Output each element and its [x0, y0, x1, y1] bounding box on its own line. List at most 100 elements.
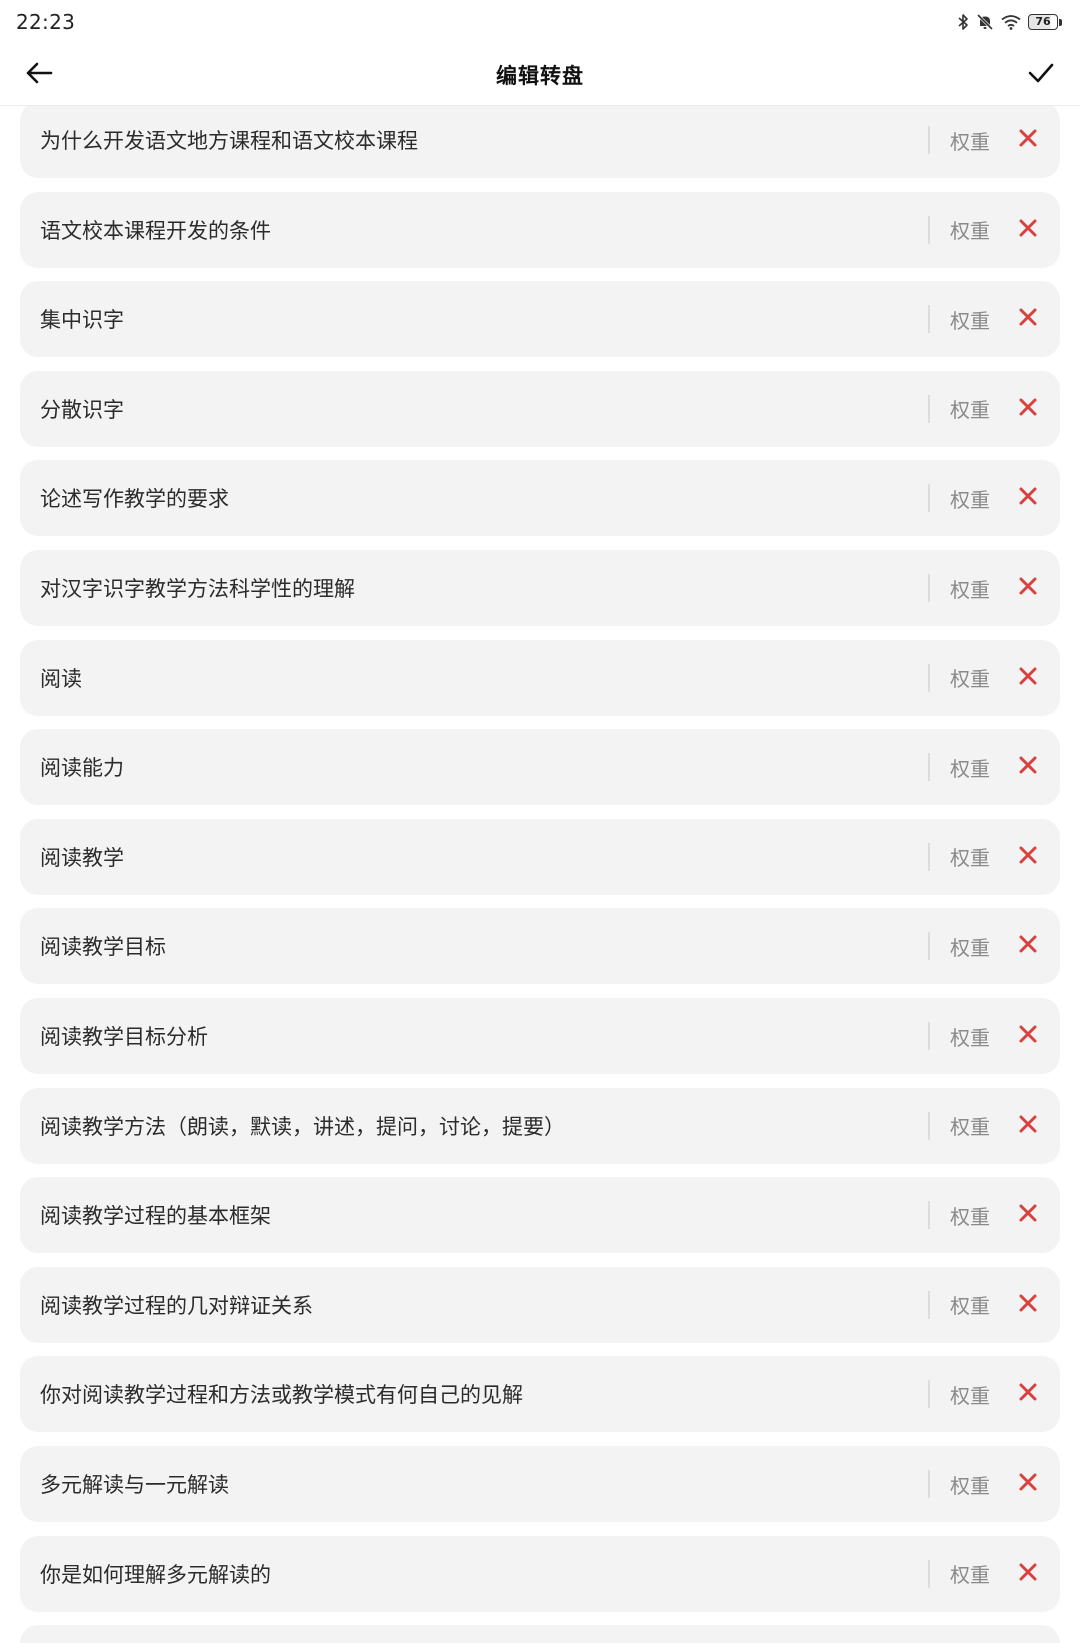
divider: [928, 753, 930, 782]
header: 编辑转盘: [0, 44, 1080, 106]
list-item[interactable]: 多元解读与一元解读 权重: [20, 1446, 1060, 1522]
delete-button[interactable]: [1010, 749, 1046, 785]
weight-button[interactable]: 权重: [950, 484, 990, 513]
item-label[interactable]: 阅读教学过程的基本框架: [20, 1200, 928, 1230]
divider: [928, 932, 930, 961]
delete-button[interactable]: [1010, 1108, 1046, 1144]
close-icon: [1018, 934, 1038, 958]
close-icon: [1018, 755, 1038, 779]
delete-button[interactable]: [1010, 212, 1046, 248]
divider: [928, 394, 930, 423]
weight-button[interactable]: 权重: [950, 753, 990, 782]
confirm-button[interactable]: [1022, 56, 1060, 94]
close-icon: [1018, 1114, 1038, 1138]
item-label[interactable]: 阅读教学目标分析: [20, 1021, 928, 1051]
close-icon: [1018, 128, 1038, 152]
delete-button[interactable]: [1010, 122, 1046, 158]
weight-button[interactable]: 权重: [950, 1559, 990, 1588]
item-label[interactable]: 阅读教学: [20, 842, 928, 872]
close-icon: [1018, 1382, 1038, 1406]
list-item[interactable]: 分散识字 权重: [20, 370, 1060, 447]
weight-button[interactable]: 权重: [950, 1380, 990, 1409]
delete-button[interactable]: [1010, 570, 1046, 606]
item-label[interactable]: 为什么开发语文地方课程和语文校本课程: [20, 125, 928, 155]
option-list[interactable]: 为什么开发语文地方课程和语文校本课程 权重 语文校本课程开发的条件 权重 集中识字 权重分…: [20, 106, 1060, 1643]
list-item[interactable]: 阅读教学 权重: [20, 818, 1060, 895]
delete-button[interactable]: [1010, 1287, 1046, 1323]
divider: [928, 1111, 930, 1140]
delete-button[interactable]: [1010, 839, 1046, 875]
weight-button[interactable]: 权重: [950, 215, 990, 244]
close-icon: [1018, 1562, 1038, 1586]
list-item[interactable]: 阅读能力 权重: [20, 729, 1060, 806]
list-item[interactable]: 论述写作教学的要求 权重: [20, 460, 1060, 537]
delete-button[interactable]: [1010, 660, 1046, 696]
close-icon: [1018, 218, 1038, 242]
delete-button[interactable]: [1010, 480, 1046, 516]
divider: [928, 126, 930, 154]
item-label[interactable]: 阅读能力: [20, 752, 928, 782]
delete-button[interactable]: [1010, 1376, 1046, 1412]
delete-button[interactable]: [1010, 928, 1046, 964]
weight-button[interactable]: 权重: [950, 1111, 990, 1140]
weight-button[interactable]: 权重: [950, 842, 990, 871]
close-icon: [1018, 1293, 1038, 1317]
item-label[interactable]: 对汉字识字教学方法科学性的理解: [20, 573, 928, 603]
item-label[interactable]: 阅读教学过程的几对辩证关系: [20, 1290, 928, 1320]
list-item[interactable]: 阅读 权重: [20, 639, 1060, 716]
weight-button[interactable]: 权重: [950, 574, 990, 603]
list-item[interactable]: 阅读教学目标分析 权重: [20, 998, 1060, 1074]
item-label[interactable]: 集中识字: [20, 304, 928, 334]
status-time: 22:23: [16, 10, 76, 34]
page-title: 编辑转盘: [496, 63, 584, 88]
weight-button[interactable]: 权重: [950, 1290, 990, 1319]
item-label[interactable]: 你对阅读教学过程和方法或教学模式有何自己的见解: [20, 1379, 928, 1409]
list-item[interactable]: 你是如何理解多元解读的 权重: [20, 1535, 1060, 1612]
weight-button[interactable]: 权重: [950, 1201, 990, 1230]
list-item[interactable]: 阅读教学过程的基本框架 权重: [20, 1177, 1060, 1254]
divider: [928, 1201, 930, 1230]
weight-button[interactable]: 权重: [950, 394, 990, 423]
item-label[interactable]: 分散识字: [20, 394, 928, 424]
checkmark-icon: [1027, 61, 1055, 89]
divider: [928, 1470, 930, 1498]
list-item[interactable]: 对汉字识字教学方法科学性的理解 权重: [20, 550, 1060, 626]
close-icon: [1018, 397, 1038, 421]
list-item[interactable]: 为什么开发语文地方课程和语文校本课程 权重: [20, 106, 1060, 178]
list-item[interactable]: 阅读教学方法（朗读，默读，讲述，提问，讨论，提要） 权重: [20, 1087, 1060, 1164]
divider: [928, 1380, 930, 1409]
divider: [928, 1290, 930, 1319]
list-item[interactable]: 语文校本课程开发的条件 权重: [20, 191, 1060, 268]
item-label[interactable]: 语文校本课程开发的条件: [20, 215, 928, 245]
list-item[interactable]: 集中识字 权重: [20, 281, 1060, 358]
divider: [928, 215, 930, 244]
wifi-icon: [1001, 14, 1021, 30]
status-bar: 22:23 76: [0, 0, 1080, 44]
divider: [928, 484, 930, 513]
item-label[interactable]: 阅读: [20, 663, 928, 693]
item-label[interactable]: 阅读教学方法（朗读，默读，讲述，提问，讨论，提要）: [20, 1111, 928, 1141]
delete-button[interactable]: [1010, 1466, 1046, 1502]
item-label[interactable]: 多元解读与一元解读: [20, 1469, 928, 1499]
weight-button[interactable]: 权重: [950, 932, 990, 961]
weight-button[interactable]: 权重: [950, 1022, 990, 1051]
list-item[interactable]: 阅读教学过程的几对辩证关系 权重: [20, 1266, 1060, 1343]
delete-button[interactable]: [1010, 1018, 1046, 1054]
item-label[interactable]: 你是如何理解多元解读的: [20, 1559, 928, 1589]
list-item[interactable]: 阅读教学目标 权重: [20, 908, 1060, 985]
back-button[interactable]: [20, 56, 58, 94]
status-icons: 76: [957, 13, 1062, 31]
list-item[interactable]: 你对阅读教学过程和方法或教学模式有何自己的见解 权重: [20, 1356, 1060, 1433]
weight-button[interactable]: 权重: [950, 1470, 990, 1499]
delete-button[interactable]: [1010, 1197, 1046, 1233]
weight-button[interactable]: 权重: [950, 305, 990, 334]
item-label[interactable]: 论述写作教学的要求: [20, 483, 928, 513]
delete-button[interactable]: [1010, 1556, 1046, 1592]
weight-button[interactable]: 权重: [950, 126, 990, 155]
delete-button[interactable]: [1010, 301, 1046, 337]
list-item-partial[interactable]: [20, 1625, 1060, 1643]
battery-level: 76: [1028, 14, 1058, 30]
weight-button[interactable]: 权重: [950, 663, 990, 692]
delete-button[interactable]: [1010, 391, 1046, 427]
item-label[interactable]: 阅读教学目标: [20, 931, 928, 961]
